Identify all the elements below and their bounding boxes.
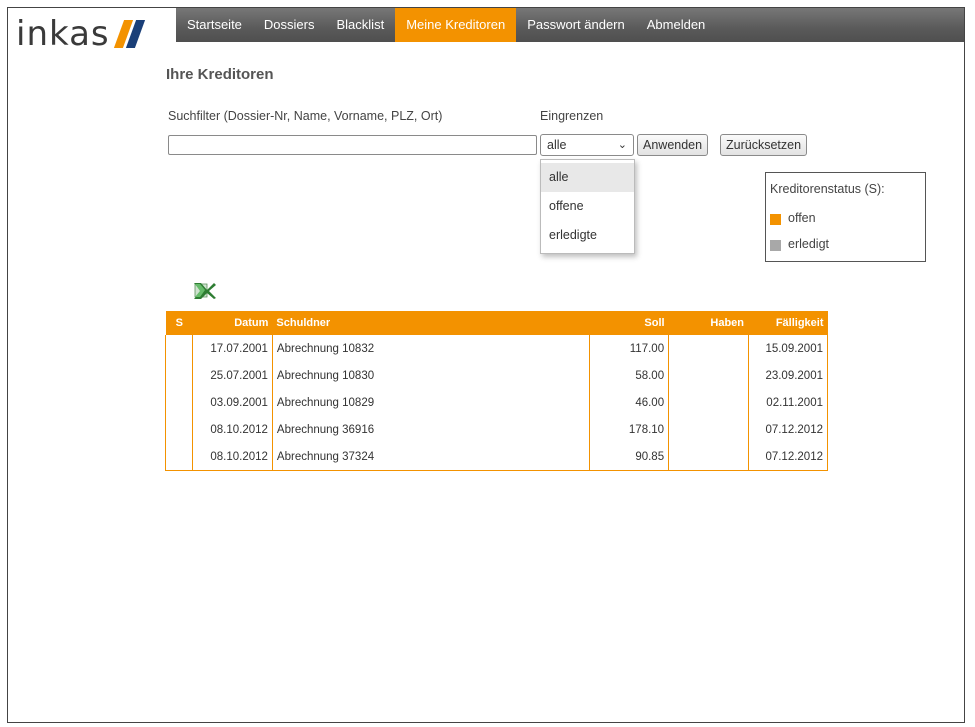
col-haben[interactable]: Haben [668,311,749,335]
option-alle[interactable]: alle [541,163,634,192]
logo[interactable]: inkas [16,11,145,54]
legend-label-offen: offen [788,211,816,225]
filter-select[interactable]: alle ⌄ [540,134,634,156]
table-row[interactable]: 25.07.2001 Abrechnung 10830 58.00 23.09.… [164,362,829,389]
cell-debtor[interactable]: Abrechnung 10830 [271,362,590,389]
option-offene[interactable]: offene [541,192,634,221]
cell-due: 07.12.2012 [747,416,829,443]
filter-label: Eingrenzen [540,109,604,123]
logo-text: inkas [16,14,110,54]
search-label: Suchfilter (Dossier-Nr, Name, Vorname, P… [168,109,443,123]
cell-debtor[interactable]: Abrechnung 10829 [271,389,590,416]
nav-filler [716,8,964,42]
cell-soll: 46.00 [588,389,670,416]
excel-icon[interactable] [192,280,216,300]
table-row[interactable]: 17.07.2001 Abrechnung 10832 117.00 15.09… [164,335,829,362]
col-schuldner[interactable]: Schuldner [272,311,590,335]
legend-item-erledigt: erledigt [770,237,829,251]
legend-label-erledigt: erledigt [788,237,829,251]
cell-haben [668,416,749,443]
logo-slash-icon [113,20,145,48]
nav-blacklist[interactable]: Blacklist [326,8,396,42]
cell-status [164,389,194,416]
cell-status [164,362,194,389]
cell-haben [668,362,749,389]
cell-haben [668,335,749,362]
nav-startseite[interactable]: Startseite [176,8,253,42]
col-faelligkeit[interactable]: Fälligkeit [748,311,828,335]
cell-date: 25.07.2001 [192,362,273,389]
cell-debtor[interactable]: Abrechnung 10832 [271,335,590,362]
kreditoren-table: S Datum Schuldner Soll Haben Fälligkeit … [164,311,829,471]
cell-due: 15.09.2001 [747,335,829,362]
cell-debtor[interactable]: Abrechnung 37324 [271,443,590,471]
cell-soll: 117.00 [588,335,670,362]
cell-soll: 178.10 [588,416,670,443]
apply-button[interactable]: Anwenden [637,134,709,156]
nav-meine-kreditoren[interactable]: Meine Kreditoren [395,8,517,42]
cell-soll: 90.85 [588,443,670,471]
table-row[interactable]: 08.10.2012 Abrechnung 36916 178.10 07.12… [164,416,829,443]
cell-status [164,443,194,471]
orange-square-icon [770,214,781,225]
cell-date: 03.09.2001 [192,389,273,416]
table-header-row: S Datum Schuldner Soll Haben Fälligkeit [165,311,828,335]
cell-soll: 58.00 [588,362,670,389]
table-row[interactable]: 03.09.2001 Abrechnung 10829 46.00 02.11.… [164,389,829,416]
filter-select-value: alle [547,138,567,152]
reset-button[interactable]: Zurücksetzen [720,134,808,156]
main-nav: Startseite Dossiers Blacklist Meine Kred… [176,8,964,42]
cell-date: 08.10.2012 [192,416,273,443]
cell-status [164,416,194,443]
cell-status [164,335,194,362]
cell-due: 23.09.2001 [747,362,829,389]
cell-haben [668,389,749,416]
gray-square-icon [770,240,781,251]
cell-haben [668,443,749,471]
legend-item-offen: offen [770,211,816,225]
legend-title: Kreditorenstatus (S): [770,182,885,196]
col-soll[interactable]: Soll [589,311,669,335]
nav-abmelden[interactable]: Abmelden [636,8,717,42]
option-erledigte[interactable]: erledigte [541,221,634,250]
search-input[interactable] [168,135,537,155]
cell-due: 02.11.2001 [747,389,829,416]
chevron-down-icon: ⌄ [617,139,627,151]
page-title: Ihre Kreditoren [166,66,274,83]
cell-debtor[interactable]: Abrechnung 36916 [271,416,590,443]
status-legend: Kreditorenstatus (S): offen erledigt [765,172,926,262]
col-datum[interactable]: Datum [192,311,273,335]
nav-passwort-aendern[interactable]: Passwort ändern [516,8,636,42]
col-status[interactable]: S [165,311,193,335]
cell-date: 17.07.2001 [192,335,273,362]
table-row[interactable]: 08.10.2012 Abrechnung 37324 90.85 07.12.… [164,443,829,471]
app-window: inkas Startseite Dossiers Blacklist Mein… [7,7,965,723]
cell-due: 07.12.2012 [747,443,829,471]
filter-dropdown: alle offene erledigte [540,159,635,254]
nav-dossiers[interactable]: Dossiers [253,8,326,42]
cell-date: 08.10.2012 [192,443,273,471]
